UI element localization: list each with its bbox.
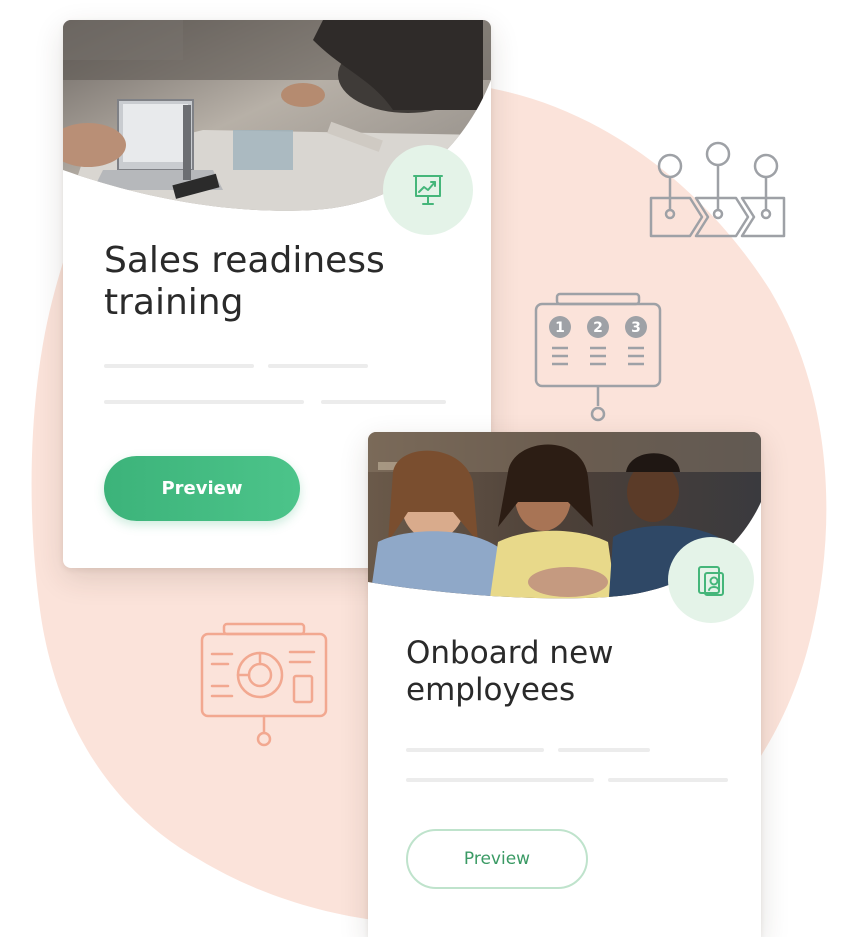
text-placeholder: [104, 364, 254, 368]
preview-button[interactable]: Preview: [406, 829, 588, 889]
step-number: 3: [631, 320, 641, 336]
text-placeholder: [406, 778, 594, 782]
course-type-badge: [383, 145, 473, 235]
presentation-chart-icon: [413, 175, 443, 205]
preview-button[interactable]: Preview: [104, 456, 300, 521]
id-badge-icon: [698, 566, 724, 596]
text-placeholder: [104, 400, 304, 404]
course-type-badge: [668, 537, 754, 623]
course-card-onboard-employees[interactable]: Onboard new employees Preview: [368, 432, 761, 937]
step-number: 1: [555, 320, 565, 336]
course-title: Onboard new employees: [406, 635, 614, 708]
text-placeholder: [321, 400, 446, 404]
text-placeholder: [406, 748, 544, 752]
analytics-board-icon: [200, 622, 328, 747]
process-flow-icon: [649, 141, 786, 238]
step-number: 2: [593, 320, 603, 336]
course-title: Sales readiness training: [104, 240, 385, 324]
numbered-steps-board-icon: 1 2 3: [534, 292, 662, 422]
text-placeholder: [268, 364, 368, 368]
text-placeholder: [608, 778, 728, 782]
text-placeholder: [558, 748, 650, 752]
